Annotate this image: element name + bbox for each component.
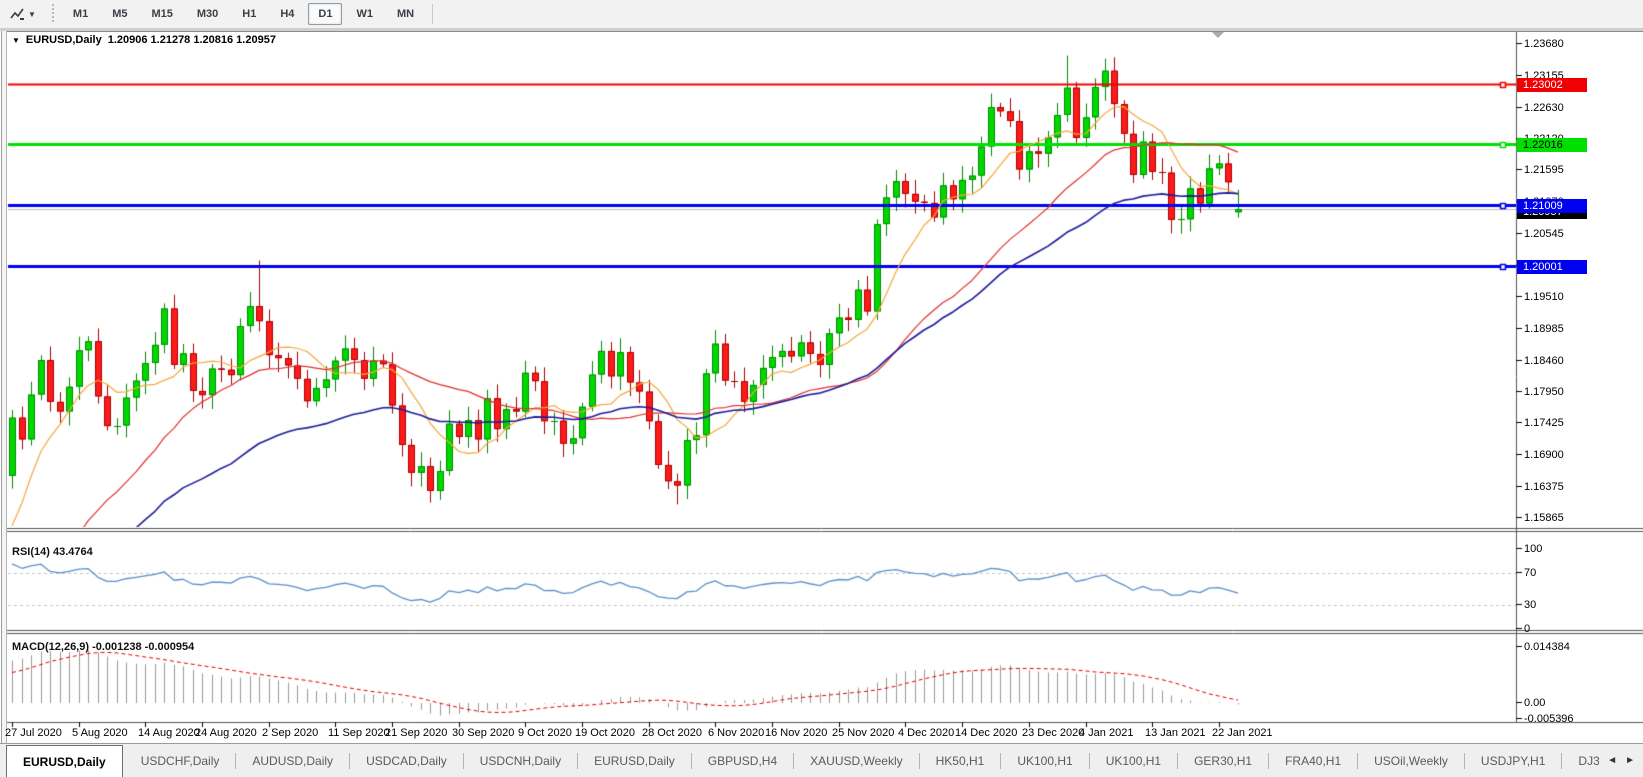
price-level-chip: 1.20001 [1517,260,1587,274]
macd-indicator-label: MACD(12,26,9) -0.001238 -0.000954 [12,641,194,653]
timeframe-button-d1[interactable]: D1 [308,3,342,25]
date-axis-label: 14 Dec 2020 [955,727,1017,739]
date-axis-label: 24 Aug 2020 [195,727,257,739]
rsi-scale-tick: 70 [1524,567,1536,579]
chart-tab-xauusd-weekly[interactable]: XAUUSD,Weekly [794,744,918,777]
date-axis-label: 5 Aug 2020 [72,727,128,739]
chart-tab-usoil-weekly[interactable]: USOil,Weekly [1358,744,1464,777]
date-axis-label: 13 Jan 2021 [1145,727,1206,739]
date-axis-label: 23 Dec 2020 [1022,727,1084,739]
date-axis-label: 27 Jul 2020 [5,727,62,739]
price-axis-tick: 1.22630 [1524,102,1564,114]
scroll-to-end-marker[interactable] [1212,32,1224,38]
tabs-scroll-right-icon[interactable]: ► [1625,755,1635,766]
toolbar-separator [432,4,433,24]
price-chart-canvas[interactable] [0,28,1643,743]
window-top-edge [0,28,1643,32]
chart-tab-audusd-daily[interactable]: AUDUSD,Daily [236,744,349,777]
date-axis-label: 30 Sep 2020 [452,727,514,739]
date-axis-label: 9 Oct 2020 [518,727,572,739]
price-axis-tick: 1.15865 [1524,512,1564,524]
chart-tab-usdcnh-daily[interactable]: USDCNH,Daily [464,744,577,777]
macd-scale-tick: 0.00 [1524,697,1545,709]
symbol-period-label: EURUSD,Daily [26,34,102,46]
date-axis-label: 19 Oct 2020 [575,727,635,739]
price-axis-tick: 1.23680 [1524,38,1564,50]
date-axis-label: 11 Sep 2020 [328,727,390,739]
date-axis-label: 6 Nov 2020 [708,727,764,739]
price-level-chip: 1.23002 [1517,78,1587,92]
chart-tab-eurusd-daily[interactable]: EURUSD,Daily [6,745,123,777]
rsi-indicator-label: RSI(14) 43.4764 [12,546,93,558]
date-axis-label: 25 Nov 2020 [832,727,894,739]
chart-tab-hk50-h1[interactable]: HK50,H1 [920,744,1001,777]
chart-tab-usdchf-daily[interactable]: USDCHF,Daily [125,744,236,777]
price-axis-tick: 1.17950 [1524,386,1564,398]
timeframe-button-m30[interactable]: M30 [187,3,228,25]
toolbar-grip [51,4,55,24]
macd-scale-tick: -0.005396 [1524,713,1574,725]
chart-line-tool-icon [10,7,25,22]
price-axis-tick: 1.19510 [1524,291,1564,303]
chart-tab-uk100-h1[interactable]: UK100,H1 [1001,744,1088,777]
date-axis-label: 21 Sep 2020 [385,727,447,739]
chart-window: ▼ EURUSD,Daily 1.20906 1.21278 1.20816 1.2… [0,28,1643,743]
tabs-scroll-left-icon[interactable]: ◄ [1607,755,1617,766]
date-axis-label: 4 Dec 2020 [898,727,954,739]
timeframe-button-m15[interactable]: M15 [141,3,182,25]
price-axis-tick: 1.20545 [1524,228,1564,240]
timeframe-button-mn[interactable]: MN [387,3,424,25]
chart-tab-gbpusd-h4[interactable]: GBPUSD,H4 [692,744,793,777]
price-axis-tick: 1.16900 [1524,449,1564,461]
chart-menu-arrow-icon[interactable]: ▼ [12,36,20,45]
chart-tab-dj30-daily[interactable]: DJ30,Daily [1562,744,1599,777]
chart-tab-bar: EURUSD,DailyUSDCHF,DailyAUDUSD,DailyUSDC… [0,743,1643,777]
date-axis-label: 14 Aug 2020 [138,727,200,739]
chart-title: ▼ EURUSD,Daily 1.20906 1.21278 1.20816 1.2… [12,34,276,46]
top-toolbar: ▼ M1M5M15M30H1H4D1W1MN [0,0,1643,29]
timeframe-button-w1[interactable]: W1 [346,3,383,25]
drawing-tool-button[interactable]: ▼ [3,4,43,25]
macd-scale-tick: 0.014384 [1524,641,1570,653]
price-axis-tick: 1.18460 [1524,355,1564,367]
price-axis-tick: 1.18985 [1524,323,1564,335]
dropdown-caret-icon: ▼ [28,10,36,19]
price-axis-tick: 1.17425 [1524,417,1564,429]
chart-tab-ger30-h1[interactable]: GER30,H1 [1178,744,1268,777]
price-level-chip: 1.21009 [1517,199,1587,213]
price-axis-tick: 1.21595 [1524,164,1564,176]
chart-tab-uk100-h1[interactable]: UK100,H1 [1090,744,1177,777]
price-level-chip: 1.22016 [1517,138,1587,152]
date-axis-label: 16 Nov 2020 [765,727,827,739]
chart-tab-usdcad-daily[interactable]: USDCAD,Daily [350,744,463,777]
date-axis-label: 2 Sep 2020 [262,727,318,739]
ohlc-values: 1.20906 1.21278 1.20816 1.20957 [108,34,276,46]
window-left-edge [0,31,7,743]
timeframe-button-h4[interactable]: H4 [270,3,304,25]
date-axis-label: 28 Oct 2020 [642,727,702,739]
chart-tab-eurusd-daily[interactable]: EURUSD,Daily [578,744,691,777]
timeframe-button-m1[interactable]: M1 [63,3,98,25]
date-axis-label: 4 Jan 2021 [1079,727,1133,739]
chart-tab-fra40-h1[interactable]: FRA40,H1 [1269,744,1357,777]
timeframe-button-m5[interactable]: M5 [102,3,137,25]
timeframe-button-h1[interactable]: H1 [232,3,266,25]
rsi-scale-tick: 30 [1524,599,1536,611]
rsi-scale-tick: 100 [1524,543,1542,555]
date-axis-label: 22 Jan 2021 [1212,727,1273,739]
chart-tab-usdjpy-h1[interactable]: USDJPY,H1 [1465,744,1561,777]
price-axis-tick: 1.16375 [1524,481,1564,493]
rsi-scale-tick: 0 [1524,623,1530,635]
